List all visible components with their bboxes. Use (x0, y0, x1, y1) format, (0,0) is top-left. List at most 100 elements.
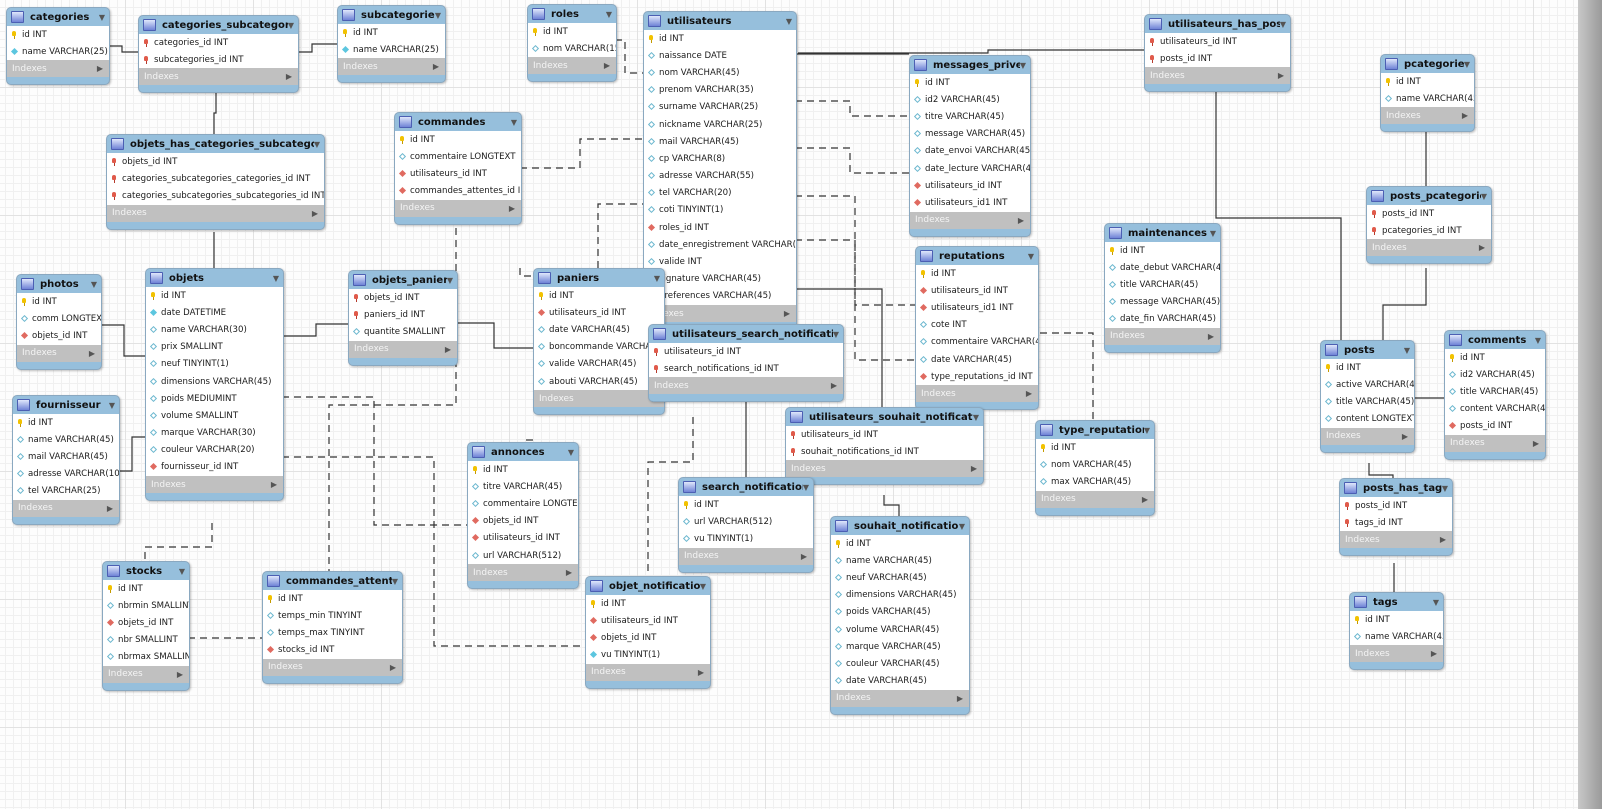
table-utilisateurs[interactable]: utilisateurs ▼ id INT naissance DATE nom V… (643, 11, 797, 330)
indexes-section[interactable]: Indexes ▶ (349, 340, 457, 358)
column-row[interactable]: commentaire VARCHAR(45) (916, 334, 1038, 351)
relationship-line[interactable] (1368, 463, 1394, 478)
column-row[interactable]: dimensions VARCHAR(45) (831, 587, 969, 604)
table-categories-subcategories[interactable]: categories_subcategories ▼ categories_id… (138, 15, 299, 94)
collapse-arrow-icon[interactable]: ▼ (700, 582, 706, 591)
column-row[interactable]: id INT (1381, 73, 1474, 90)
column-row[interactable]: commentaire LONGTEXT (468, 495, 578, 512)
column-row[interactable]: id INT (586, 595, 710, 612)
indexes-section[interactable]: Indexes ▶ (139, 68, 298, 86)
relationship-line[interactable] (1040, 332, 1094, 420)
table-header[interactable]: utilisateurs_has_posts ▼ (1145, 15, 1290, 33)
table-header[interactable]: souhait_notifications ▼ (831, 517, 969, 535)
table-maintenances[interactable]: maintenances ▼ id INT date_debut VARCHAR(… (1104, 223, 1221, 353)
relationship-line[interactable] (883, 495, 900, 516)
table-comments[interactable]: comments ▼ id INT id2 VARCHAR(45) title VA… (1444, 330, 1546, 460)
expand-arrow-icon[interactable]: ▶ (604, 61, 610, 70)
relationship-line[interactable] (107, 45, 138, 53)
column-row[interactable]: utilisateurs_id INT (395, 165, 521, 182)
column-row[interactable]: adresse VARCHAR(100) (13, 466, 119, 483)
relationship-line[interactable] (100, 324, 145, 357)
column-row[interactable]: id INT (916, 265, 1038, 282)
expand-arrow-icon[interactable]: ▶ (801, 552, 807, 561)
column-row[interactable]: pcategories_id INT (1367, 222, 1491, 239)
collapse-arrow-icon[interactable]: ▼ (1144, 426, 1150, 435)
relationship-line[interactable] (520, 138, 643, 169)
column-row[interactable]: comm LONGTEXT (17, 310, 101, 327)
expand-arrow-icon[interactable]: ▶ (97, 64, 103, 73)
column-row[interactable]: id2 VARCHAR(45) (910, 91, 1030, 108)
indexes-section[interactable]: Indexes ▶ (1036, 490, 1154, 508)
table-header[interactable]: utilisateurs_souhait_notifications ▼ (786, 408, 983, 426)
column-row[interactable]: objets_id INT (349, 289, 457, 306)
column-row[interactable]: tags_id INT (1340, 514, 1452, 531)
relationship-line[interactable] (144, 523, 213, 561)
collapse-arrow-icon[interactable]: ▼ (1404, 346, 1410, 355)
column-row[interactable]: utilisateurs_id INT (916, 282, 1038, 299)
column-row[interactable]: volume VARCHAR(45) (831, 621, 969, 638)
expand-arrow-icon[interactable]: ▶ (390, 663, 396, 672)
expand-arrow-icon[interactable]: ▶ (1479, 243, 1485, 252)
column-row[interactable]: poids MEDIUMINT (146, 390, 283, 407)
column-row[interactable]: utilisateurs_id INT (534, 304, 664, 321)
column-row[interactable]: posts_id INT (1340, 497, 1452, 514)
column-row[interactable]: prenom VARCHAR(35) (644, 82, 796, 99)
expand-arrow-icon[interactable]: ▶ (107, 504, 113, 513)
column-row[interactable]: couleur VARCHAR(20) (146, 442, 283, 459)
column-row[interactable]: active VARCHAR(45) (1321, 376, 1414, 393)
relationship-line[interactable] (798, 49, 1144, 54)
table-header[interactable]: tags ▼ (1350, 593, 1443, 611)
collapse-arrow-icon[interactable]: ▼ (1481, 192, 1487, 201)
collapse-arrow-icon[interactable]: ▼ (1020, 61, 1026, 70)
table-header[interactable]: subcategories ▼ (338, 6, 445, 24)
column-row[interactable]: coti TINYINT(1) (644, 202, 796, 219)
column-row[interactable]: posts_id INT (1145, 50, 1290, 67)
column-row[interactable]: boncommande VARCHAR(45) (534, 339, 664, 356)
relationship-line[interactable] (297, 43, 337, 53)
column-row[interactable]: date_debut VARCHAR(45) (1105, 259, 1220, 276)
column-row[interactable]: commandes_attentes_id INT (395, 183, 521, 200)
column-row[interactable]: message VARCHAR(45) (1105, 294, 1220, 311)
indexes-section[interactable]: Indexes ▶ (586, 663, 710, 681)
column-row[interactable]: url VARCHAR(512) (679, 513, 813, 530)
column-row[interactable]: nickname VARCHAR(25) (644, 116, 796, 133)
expand-arrow-icon[interactable]: ▶ (433, 62, 439, 71)
column-row[interactable]: utilisateurs_id INT (649, 343, 843, 360)
table-header[interactable]: posts ▼ (1321, 341, 1414, 359)
column-row[interactable]: content VARCHAR(45) (1445, 401, 1545, 418)
column-row[interactable]: categories_id INT (139, 34, 298, 51)
table-paniers[interactable]: paniers ▼ id INT utilisateurs_id INT date … (533, 268, 665, 416)
column-row[interactable]: id INT (679, 496, 813, 513)
column-row[interactable]: souhait_notifications_id INT (786, 443, 983, 460)
collapse-arrow-icon[interactable]: ▼ (179, 567, 185, 576)
table-utilisateurs-has-posts[interactable]: utilisateurs_has_posts ▼ utilisateurs_id… (1144, 14, 1291, 93)
column-row[interactable]: nbr SMALLINT (103, 632, 189, 649)
collapse-arrow-icon[interactable]: ▼ (1210, 229, 1216, 238)
expand-arrow-icon[interactable]: ▶ (271, 480, 277, 489)
indexes-section[interactable]: Indexes ▶ (1445, 434, 1545, 452)
column-row[interactable]: objets_id INT (586, 629, 710, 646)
expand-arrow-icon[interactable]: ▶ (698, 668, 704, 677)
indexes-section[interactable]: Indexes ▶ (1381, 107, 1474, 125)
table-pcategories[interactable]: pcategories ▼ id INT name VARCHAR(45) Ind… (1380, 54, 1475, 133)
collapse-arrow-icon[interactable]: ▼ (606, 10, 612, 19)
indexes-section[interactable]: Indexes ▶ (831, 689, 969, 707)
column-row[interactable]: naissance DATE (644, 47, 796, 64)
column-row[interactable]: cp VARCHAR(8) (644, 150, 796, 167)
column-row[interactable]: prix SMALLINT (146, 339, 283, 356)
expand-arrow-icon[interactable]: ▶ (957, 694, 963, 703)
table-header[interactable]: comments ▼ (1445, 331, 1545, 349)
collapse-arrow-icon[interactable]: ▼ (99, 13, 105, 22)
column-row[interactable]: nom VARCHAR(45) (644, 64, 796, 81)
expand-arrow-icon[interactable]: ▶ (1533, 439, 1539, 448)
column-row[interactable]: name VARCHAR(30) (146, 321, 283, 338)
column-row[interactable]: max VARCHAR(45) (1036, 473, 1154, 490)
column-row[interactable]: categories_subcategories_categories_id I… (107, 170, 324, 187)
expand-arrow-icon[interactable]: ▶ (1208, 332, 1214, 341)
table-header[interactable]: objets_paniers ▼ (349, 271, 457, 289)
table-header[interactable]: objets_has_categories_subcategories ▼ (107, 135, 324, 153)
relationship-line[interactable] (615, 39, 643, 74)
column-row[interactable]: surname VARCHAR(25) (644, 99, 796, 116)
table-header[interactable]: reputations ▼ (916, 247, 1038, 265)
table-header[interactable]: commandes ▼ (395, 113, 521, 131)
